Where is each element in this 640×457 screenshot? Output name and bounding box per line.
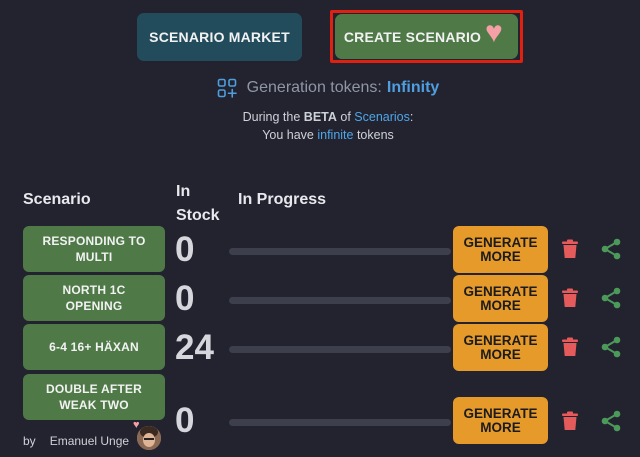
generate-more-button[interactable]: GENERATE MORE: [453, 397, 548, 444]
stock-count: 24: [175, 328, 214, 367]
stock-count: 0: [175, 401, 195, 440]
trash-icon[interactable]: [561, 288, 579, 308]
generate-more-button[interactable]: GENERATE MORE: [453, 275, 548, 322]
scenario-button[interactable]: RESPONDING TO MULTI: [23, 226, 165, 272]
progress-bar: [229, 346, 451, 353]
generate-more-button[interactable]: GENERATE MORE: [453, 324, 548, 371]
beta-text: You have: [262, 128, 318, 142]
column-header-in-stock-line2: Stock: [176, 207, 220, 224]
progress-bar: [229, 248, 451, 255]
beta-text: During the: [242, 110, 304, 124]
tokens-label: Generation tokens:: [246, 79, 382, 96]
tokens-value: Infinity: [386, 79, 440, 96]
heart-icon: ♥: [485, 16, 503, 49]
heart-icon: ♥: [133, 419, 140, 431]
generate-more-button[interactable]: GENERATE MORE: [453, 226, 548, 273]
stock-count: 0: [175, 279, 195, 318]
grid-plus-icon: [217, 78, 237, 98]
scenario-market-button[interactable]: SCENARIO MARKET: [137, 13, 302, 61]
scenario-button[interactable]: NORTH 1C OPENING: [23, 275, 165, 321]
column-header-in-stock-line1: In: [176, 183, 191, 200]
trash-icon[interactable]: [561, 411, 579, 431]
progress-bar: [229, 419, 451, 426]
beta-text: tokens: [353, 128, 394, 142]
avatar-face-icon: [137, 426, 161, 450]
share-icon[interactable]: [600, 238, 622, 260]
column-header-in-progress: In Progress: [238, 191, 327, 208]
infinite-text: infinite: [317, 128, 354, 142]
scenarios-link[interactable]: Scenarios: [354, 110, 410, 124]
beta-text: :: [409, 110, 414, 124]
share-icon[interactable]: [600, 287, 622, 309]
beta-text: of: [336, 110, 355, 124]
trash-icon[interactable]: [561, 337, 579, 357]
author-name[interactable]: Emanuel Unge: [50, 434, 129, 448]
column-header-scenario: Scenario: [23, 191, 91, 208]
share-icon[interactable]: [600, 410, 622, 432]
author-byline: by Emanuel Unge: [23, 434, 129, 448]
scenario-button[interactable]: 6-4 16+ HÄXAN: [23, 324, 165, 370]
beta-info-line-1: During the BETA of Scenarios:: [0, 110, 640, 124]
stock-count: 0: [175, 230, 195, 269]
generation-tokens: Generation tokens: Infinity: [0, 78, 640, 98]
byline-by: by: [23, 434, 36, 448]
scenario-button[interactable]: DOUBLE AFTER WEAK TWO: [23, 374, 165, 420]
beta-label: BETA: [303, 110, 337, 124]
share-icon[interactable]: [600, 336, 622, 358]
column-header-in-stock: In Stock: [176, 180, 220, 228]
avatar: [137, 426, 161, 450]
trash-icon[interactable]: [561, 239, 579, 259]
progress-bar: [229, 297, 451, 304]
beta-info-line-2: You have infinite tokens: [0, 128, 640, 142]
